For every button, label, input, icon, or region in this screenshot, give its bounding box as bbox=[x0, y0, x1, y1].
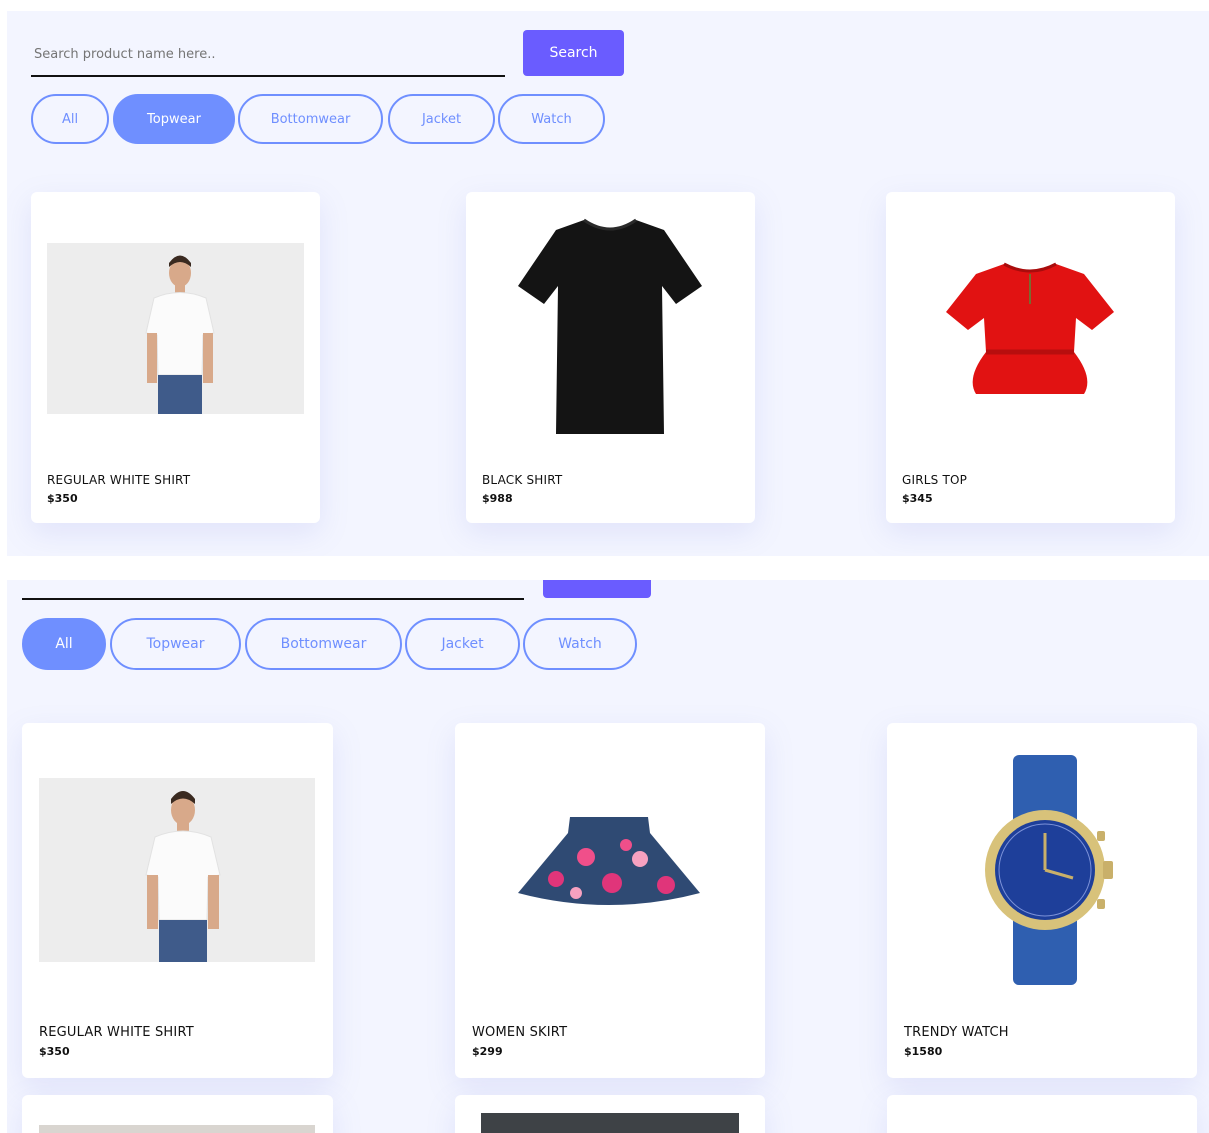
product-name: REGULAR WHITE SHIRT bbox=[39, 1025, 194, 1040]
product-card-partial[interactable] bbox=[22, 1095, 333, 1133]
product-panel-topwear: Search All Topwear Bottomwear Jacket Wat… bbox=[7, 11, 1209, 556]
white-shirt-model-image bbox=[39, 778, 315, 962]
product-card[interactable]: REGULAR WHITE SHIRT $350 bbox=[31, 192, 320, 523]
black-tshirt-image bbox=[516, 216, 704, 438]
filter-bottomwear[interactable]: Bottomwear bbox=[245, 618, 402, 670]
product-name: TRENDY WATCH bbox=[904, 1025, 1009, 1040]
product-card[interactable]: GIRLS TOP $345 bbox=[886, 192, 1175, 523]
filter-jacket[interactable]: Jacket bbox=[388, 94, 495, 144]
filter-jacket[interactable]: Jacket bbox=[405, 618, 520, 670]
filter-watch[interactable]: Watch bbox=[523, 618, 637, 670]
product-card[interactable]: WOMEN SKIRT $299 bbox=[455, 723, 765, 1078]
product-card[interactable]: BLACK SHIRT $988 bbox=[466, 192, 755, 523]
search-underline bbox=[22, 598, 524, 600]
trendy-watch-image bbox=[973, 753, 1117, 987]
product-name: BLACK SHIRT bbox=[482, 473, 563, 487]
product-price: $1580 bbox=[904, 1045, 943, 1058]
white-shirt-model-image bbox=[47, 243, 304, 414]
search-button[interactable]: Search bbox=[523, 30, 624, 76]
search-button-partial[interactable] bbox=[543, 580, 651, 598]
product-price: $345 bbox=[902, 492, 933, 505]
product-card-partial[interactable] bbox=[455, 1095, 765, 1133]
product-price: $350 bbox=[39, 1045, 70, 1058]
product-card[interactable]: REGULAR WHITE SHIRT $350 bbox=[22, 723, 333, 1078]
product-name: REGULAR WHITE SHIRT bbox=[47, 473, 191, 487]
filter-bottomwear[interactable]: Bottomwear bbox=[238, 94, 383, 144]
red-girls-top-image bbox=[944, 260, 1116, 398]
search-underline bbox=[31, 75, 505, 77]
product-card[interactable]: TRENDY WATCH $1580 bbox=[887, 723, 1197, 1078]
product-panel-all: All Topwear Bottomwear Jacket Watch REGU… bbox=[7, 580, 1209, 1133]
product-name: GIRLS TOP bbox=[902, 473, 968, 487]
filter-all[interactable]: All bbox=[22, 618, 106, 670]
product-name: WOMEN SKIRT bbox=[472, 1025, 568, 1040]
product-price: $988 bbox=[482, 492, 513, 505]
filter-all[interactable]: All bbox=[31, 94, 109, 144]
product-image-partial bbox=[39, 1125, 315, 1133]
product-price: $350 bbox=[47, 492, 78, 505]
product-price: $299 bbox=[472, 1045, 503, 1058]
filter-topwear[interactable]: Topwear bbox=[113, 94, 235, 144]
product-card-partial[interactable] bbox=[887, 1095, 1197, 1133]
search-input[interactable] bbox=[34, 41, 504, 67]
filter-topwear[interactable]: Topwear bbox=[110, 618, 241, 670]
filter-watch[interactable]: Watch bbox=[498, 94, 605, 144]
women-skirt-image bbox=[516, 813, 702, 917]
product-image-partial bbox=[481, 1113, 739, 1133]
